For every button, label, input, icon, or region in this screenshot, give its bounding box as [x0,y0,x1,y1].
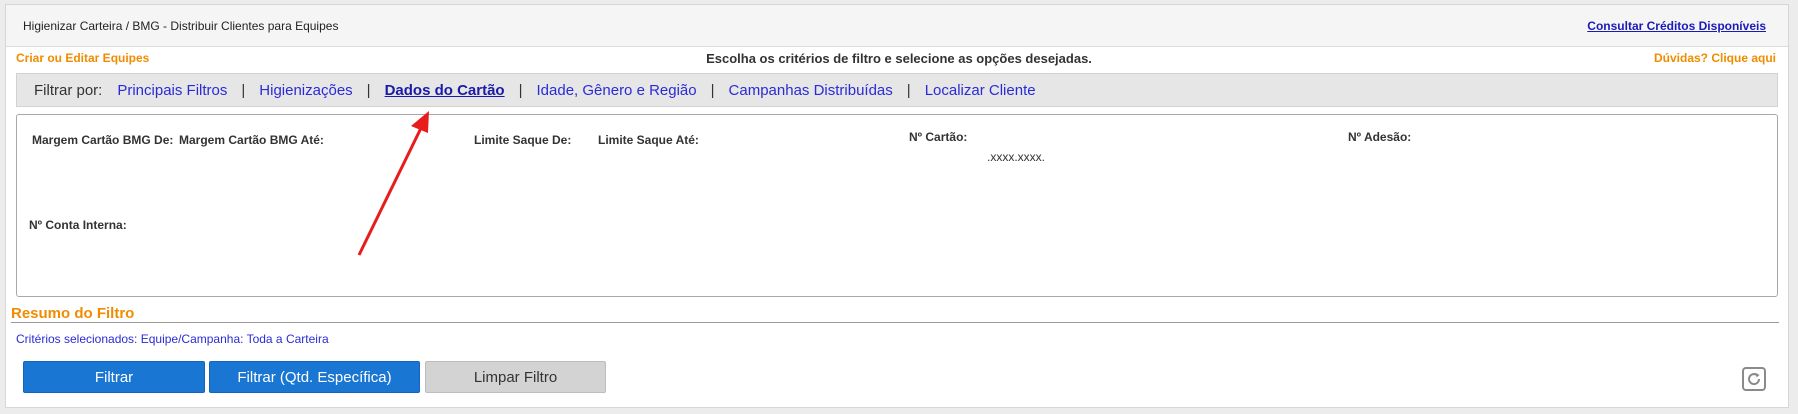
filter-label: Filtrar por: [34,81,103,99]
summary-criteria: Critérios selecionados: Equipe/Campanha:… [16,332,329,346]
cartao-label: Nº Cartão: [909,130,968,144]
tab-campanhas-distribuidas[interactable]: Campanhas Distribuídas [729,82,893,99]
margem-de-field: Margem Cartão BMG De: [32,133,173,147]
tab-principais-filtros[interactable]: Principais Filtros [117,82,227,99]
tab-separator: | [710,81,715,99]
margem-ate-field: Margem Cartão BMG Até: [179,133,324,147]
summary-divider [11,322,1779,323]
tab-higienizacoes[interactable]: Higienizações [259,82,352,99]
tab-dados-do-cartao[interactable]: Dados do Cartão [385,82,505,99]
credits-link[interactable]: Consultar Créditos Disponíveis [1587,19,1766,33]
tab-separator: | [366,81,371,99]
margem-de-label: Margem Cartão BMG De: [32,133,174,147]
filter-bar: Filtrar por: Principais Filtros | Higien… [16,73,1778,107]
top-bar: Higienizar Carteira / BMG - Distribuir C… [6,5,1788,47]
conta-interna-field: Nº Conta Interna: [29,218,127,232]
instructions-text: Escolha os critérios de filtro e selecio… [706,51,1092,66]
margem-ate-label: Margem Cartão BMG Até: [179,133,324,147]
tab-separator: | [518,81,523,99]
cartao-mask: .xxxx.xxxx. [987,150,1046,164]
filter-qty-button[interactable]: Filtrar (Qtd. Específica) [209,361,420,393]
limite-de-field: Limite Saque De: [474,133,571,147]
filter-button[interactable]: Filtrar [23,361,205,393]
tab-idade-genero-regiao[interactable]: Idade, Gênero e Região [537,82,697,99]
help-link[interactable]: Dúvidas? Clique aqui [1654,51,1776,65]
conta-interna-label: Nº Conta Interna: [29,218,127,232]
cartao-field: Nº Cartão: [909,130,967,144]
limite-de-label: Limite Saque De: [474,133,572,147]
card-data-panel: Margem Cartão BMG De: Margem Cartão BMG … [16,114,1778,297]
breadcrumb: Higienizar Carteira / BMG - Distribuir C… [23,19,339,33]
adesao-field: Nº Adesão: [1348,130,1411,144]
limite-ate-label: Limite Saque Até: [598,133,699,147]
clear-filter-button[interactable]: Limpar Filtro [425,361,606,393]
tab-localizar-cliente[interactable]: Localizar Cliente [925,82,1036,99]
adesao-label: Nº Adesão: [1348,130,1412,144]
tab-separator: | [906,81,911,99]
refresh-icon[interactable] [1742,367,1766,391]
tab-separator: | [241,81,246,99]
summary-title: Resumo do Filtro [11,305,135,322]
limite-ate-field: Limite Saque Até: [598,133,699,147]
